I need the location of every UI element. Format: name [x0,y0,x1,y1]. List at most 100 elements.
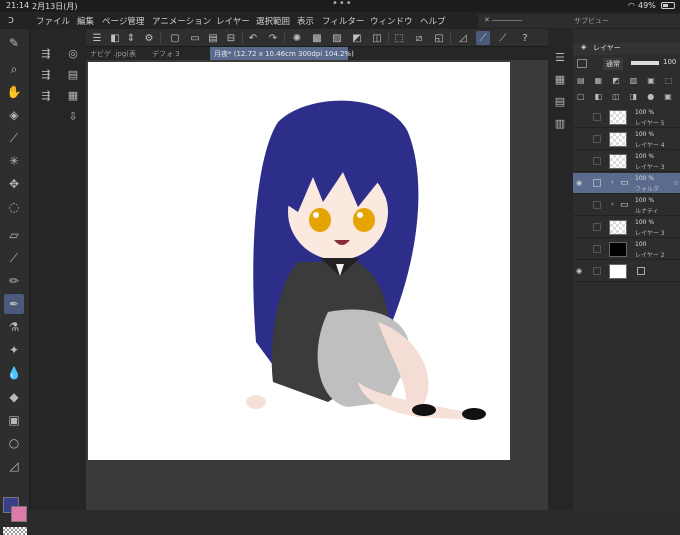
layer-tools-row-2[interactable]: ▢◧◫◨●▣ [577,92,680,101]
layer-lock-checkbox[interactable] [593,201,601,209]
subtool-b-icon[interactable]: ⇶ [38,66,54,82]
layer-row-selected[interactable]: ◉ › ▭ 100 % フォルダ ≡ [573,173,680,194]
pen-small-icon[interactable]: ✎ [4,33,24,53]
help-icon[interactable]: ? [518,31,532,45]
layer-lock-checkbox[interactable] [593,135,601,143]
pen-edit-icon[interactable] [593,179,601,187]
layer-row[interactable]: 100 % レイヤー 4 [573,129,680,150]
opacity-slider[interactable] [631,61,659,65]
fill-layer-icon[interactable]: ▨ [330,31,344,45]
layer-lock-checkbox[interactable] [593,267,601,275]
folder-expand-icon[interactable]: › [611,200,614,208]
pen-icon[interactable]: ✒ [4,294,24,314]
drag-handle[interactable] [492,20,522,21]
folder-expand-icon[interactable]: › [611,178,614,186]
menu-animation[interactable]: アニメーション [152,15,211,27]
layer-toggle-icon[interactable]: ◧ [108,31,122,45]
arrows-icon[interactable]: ⇕ [124,31,138,45]
new-file-icon[interactable]: ▢ [168,31,182,45]
blend-mode-select[interactable]: 通常 [603,58,623,70]
layer-row[interactable]: 100 % レイヤー 3 [573,217,680,238]
subtool-c-icon[interactable]: ⇶ [38,87,54,103]
layer-lock-checkbox[interactable] [593,157,601,165]
undo-icon[interactable]: ↶ [246,31,260,45]
select-all-icon[interactable]: ◱ [432,31,446,45]
object-icon[interactable]: ◈ [4,105,24,125]
tab-active-document[interactable]: 月夜* (12.72 x 10.46cm 300dpi 104.2%) [210,47,354,60]
layer-property-icon[interactable] [577,59,587,68]
pen-pressure-icon[interactable]: ⟋ [496,31,510,45]
menu-window[interactable]: ウィンドウ [370,15,413,27]
clear-icon[interactable]: ▩ [310,31,324,45]
layer-panel-title[interactable]: レイヤー [593,43,621,53]
stabilizer-icon[interactable]: ⟋ [476,31,490,45]
transform-icon[interactable]: ◩ [350,31,364,45]
eraser-icon[interactable]: ▱ [4,225,24,245]
crop-icon[interactable]: ⧄ [412,31,426,45]
magic-wand-icon[interactable]: ✳ [4,151,24,171]
layer-menu-icon[interactable]: ≡ [673,179,679,187]
menu-file[interactable]: ファイル [36,15,70,27]
zoom-icon[interactable]: ⌕ [4,59,24,79]
tab-default[interactable]: デフォ 3 [148,47,210,60]
airbrush-icon[interactable]: ⚗ [4,317,24,337]
blend-icon[interactable]: 💧 [4,363,24,383]
subtool-export-icon[interactable]: ⇩ [65,108,81,124]
redo-icon[interactable]: ↷ [266,31,280,45]
menu-view[interactable]: 表示 [297,15,314,27]
panel-toggle-b-icon[interactable]: ▦ [552,71,568,87]
decoration-icon[interactable]: ✦ [4,340,24,360]
move-icon[interactable]: ✥ [4,174,24,194]
layer-lock-checkbox[interactable] [593,245,601,253]
ruler-snap-icon[interactable]: ◿ [456,31,470,45]
tab-navigator[interactable]: ナビゲ .jpg(表 [86,47,148,60]
close-icon[interactable]: ✕ [484,16,490,24]
brush-icon[interactable]: ⟋ [4,248,24,268]
gradient-icon[interactable]: ▣ [4,410,24,430]
spinner-icon[interactable]: ✺ [290,31,304,45]
subtool-save-icon[interactable]: ▤ [65,66,81,82]
canvas-paper[interactable] [88,62,510,460]
lasso-icon[interactable]: ◌ [4,197,24,217]
print-icon[interactable]: ⊟ [224,31,238,45]
menu-layer[interactable]: レイヤー [216,15,250,27]
multitask-dots-icon[interactable]: ••• [332,0,353,9]
sub-color-swatch[interactable] [11,506,27,522]
layer-row[interactable]: 100 % レイヤー 3 [573,151,680,172]
eyedropper-icon[interactable]: ⟋ [4,128,24,148]
transparent-color-swatch[interactable] [3,527,27,535]
settings-icon[interactable]: ⚙ [142,31,156,45]
open-folder-icon[interactable]: ▭ [188,31,202,45]
ruler-icon[interactable]: ◿ [4,456,24,476]
fill-icon[interactable]: ◆ [4,387,24,407]
panel-toggle-d-icon[interactable]: ▥ [552,115,568,131]
layer-row[interactable]: 100 レイヤー 2 [573,239,680,260]
app-logo-icon[interactable]: ↄ [8,14,22,26]
hand-icon[interactable]: ✋ [4,82,24,102]
layer-lock-checkbox[interactable] [593,113,601,121]
subtool-a-icon[interactable]: ⇶ [38,45,54,61]
hamburger-menu-icon[interactable]: ☰ [90,31,104,45]
save-icon[interactable]: ▤ [206,31,220,45]
panel-toggle-c-icon[interactable]: ▤ [552,93,568,109]
deselect-icon[interactable]: ⬚ [392,31,406,45]
mesh-icon[interactable]: ◫ [370,31,384,45]
menu-edit[interactable]: 編集 [77,15,94,27]
canvas-area[interactable] [86,60,548,510]
eye-icon[interactable]: ◉ [576,179,585,187]
layer-lock-checkbox[interactable] [593,223,601,231]
menu-selection[interactable]: 選択範囲 [256,15,290,27]
menu-page[interactable]: ページ管理 [102,15,144,27]
eye-icon[interactable]: ◉ [576,267,585,275]
menu-help[interactable]: ヘルプ [420,15,446,27]
layer-row[interactable]: 100 % レイヤー 5 [573,107,680,128]
menu-filter[interactable]: フィルター [322,15,364,27]
panel-toggle-a-icon[interactable]: ☰ [552,49,568,65]
layer-tools-row-1[interactable]: ▤▦◩▨▣⬚ [577,76,680,85]
pencil-icon[interactable]: ✏ [4,271,24,291]
layer-row-paper[interactable]: ◉ [573,261,680,282]
figure-icon[interactable]: ○ [4,433,24,453]
layer-row[interactable]: › ▭ 100 % ルナティ [573,195,680,216]
subtool-copy-icon[interactable]: ▦ [65,87,81,103]
subtool-menu-icon[interactable]: ◎ [65,45,81,61]
